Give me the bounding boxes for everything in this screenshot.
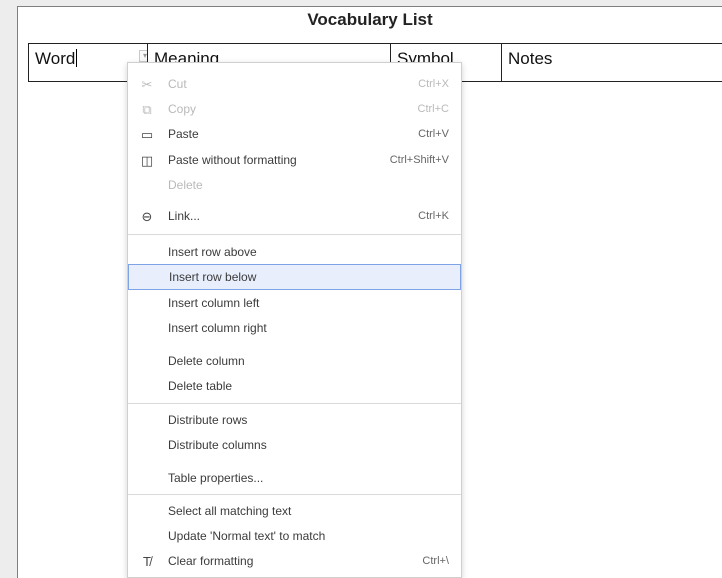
context-menu: ✂ Cut Ctrl+X ⧉ Copy Ctrl+C ▭ Paste Ctrl+…	[127, 62, 462, 578]
menu-item-paste[interactable]: ▭ Paste Ctrl+V	[128, 123, 461, 146]
menu-item-delete[interactable]: Delete	[128, 174, 461, 197]
copy-icon: ⧉	[142, 102, 152, 117]
table-header-notes: Notes	[508, 49, 553, 68]
menu-item-link[interactable]: ⊖ Link... Ctrl+K	[128, 205, 461, 228]
menu-item-table-properties[interactable]: Table properties...	[128, 467, 461, 490]
table-cell-notes[interactable]: Notes	[502, 44, 722, 81]
menu-item-paste-without-formatting[interactable]: ◫ Paste without formatting Ctrl+Shift+V	[128, 149, 461, 172]
table-header-word: Word	[35, 49, 76, 68]
paste-plain-icon: ◫	[140, 153, 154, 168]
menu-item-copy[interactable]: ⧉ Copy Ctrl+C	[128, 98, 461, 121]
text-cursor	[76, 49, 78, 67]
menu-item-insert-column-left[interactable]: Insert column left	[128, 292, 461, 315]
clear-formatting-icon: T̸	[143, 554, 151, 569]
menu-item-distribute-rows[interactable]: Distribute rows	[128, 409, 461, 432]
cell-menu-chevron-icon[interactable]: ▾	[139, 50, 147, 62]
scissors-icon: ✂	[141, 77, 153, 92]
document-title[interactable]: Vocabulary List	[18, 10, 722, 30]
menu-item-insert-column-right[interactable]: Insert column right	[128, 317, 461, 340]
menu-separator	[128, 234, 461, 235]
link-icon: ⊖	[141, 209, 153, 224]
menu-item-clear-formatting[interactable]: T̸ Clear formatting Ctrl+\	[128, 550, 461, 573]
window-left-edge	[0, 0, 17, 578]
menu-item-delete-table[interactable]: Delete table	[128, 375, 461, 398]
menu-item-insert-row-above[interactable]: Insert row above	[128, 241, 461, 264]
paste-icon: ▭	[140, 127, 154, 142]
menu-item-distribute-columns[interactable]: Distribute columns	[128, 434, 461, 457]
menu-item-insert-row-below[interactable]: Insert row below	[128, 264, 461, 290]
menu-item-select-all-matching-text[interactable]: Select all matching text	[128, 500, 461, 523]
menu-item-cut[interactable]: ✂ Cut Ctrl+X	[128, 73, 461, 96]
menu-separator	[128, 494, 461, 495]
menu-separator	[128, 403, 461, 404]
menu-item-update-normal-text[interactable]: Update 'Normal text' to match	[128, 525, 461, 548]
menu-item-delete-column[interactable]: Delete column	[128, 350, 461, 373]
